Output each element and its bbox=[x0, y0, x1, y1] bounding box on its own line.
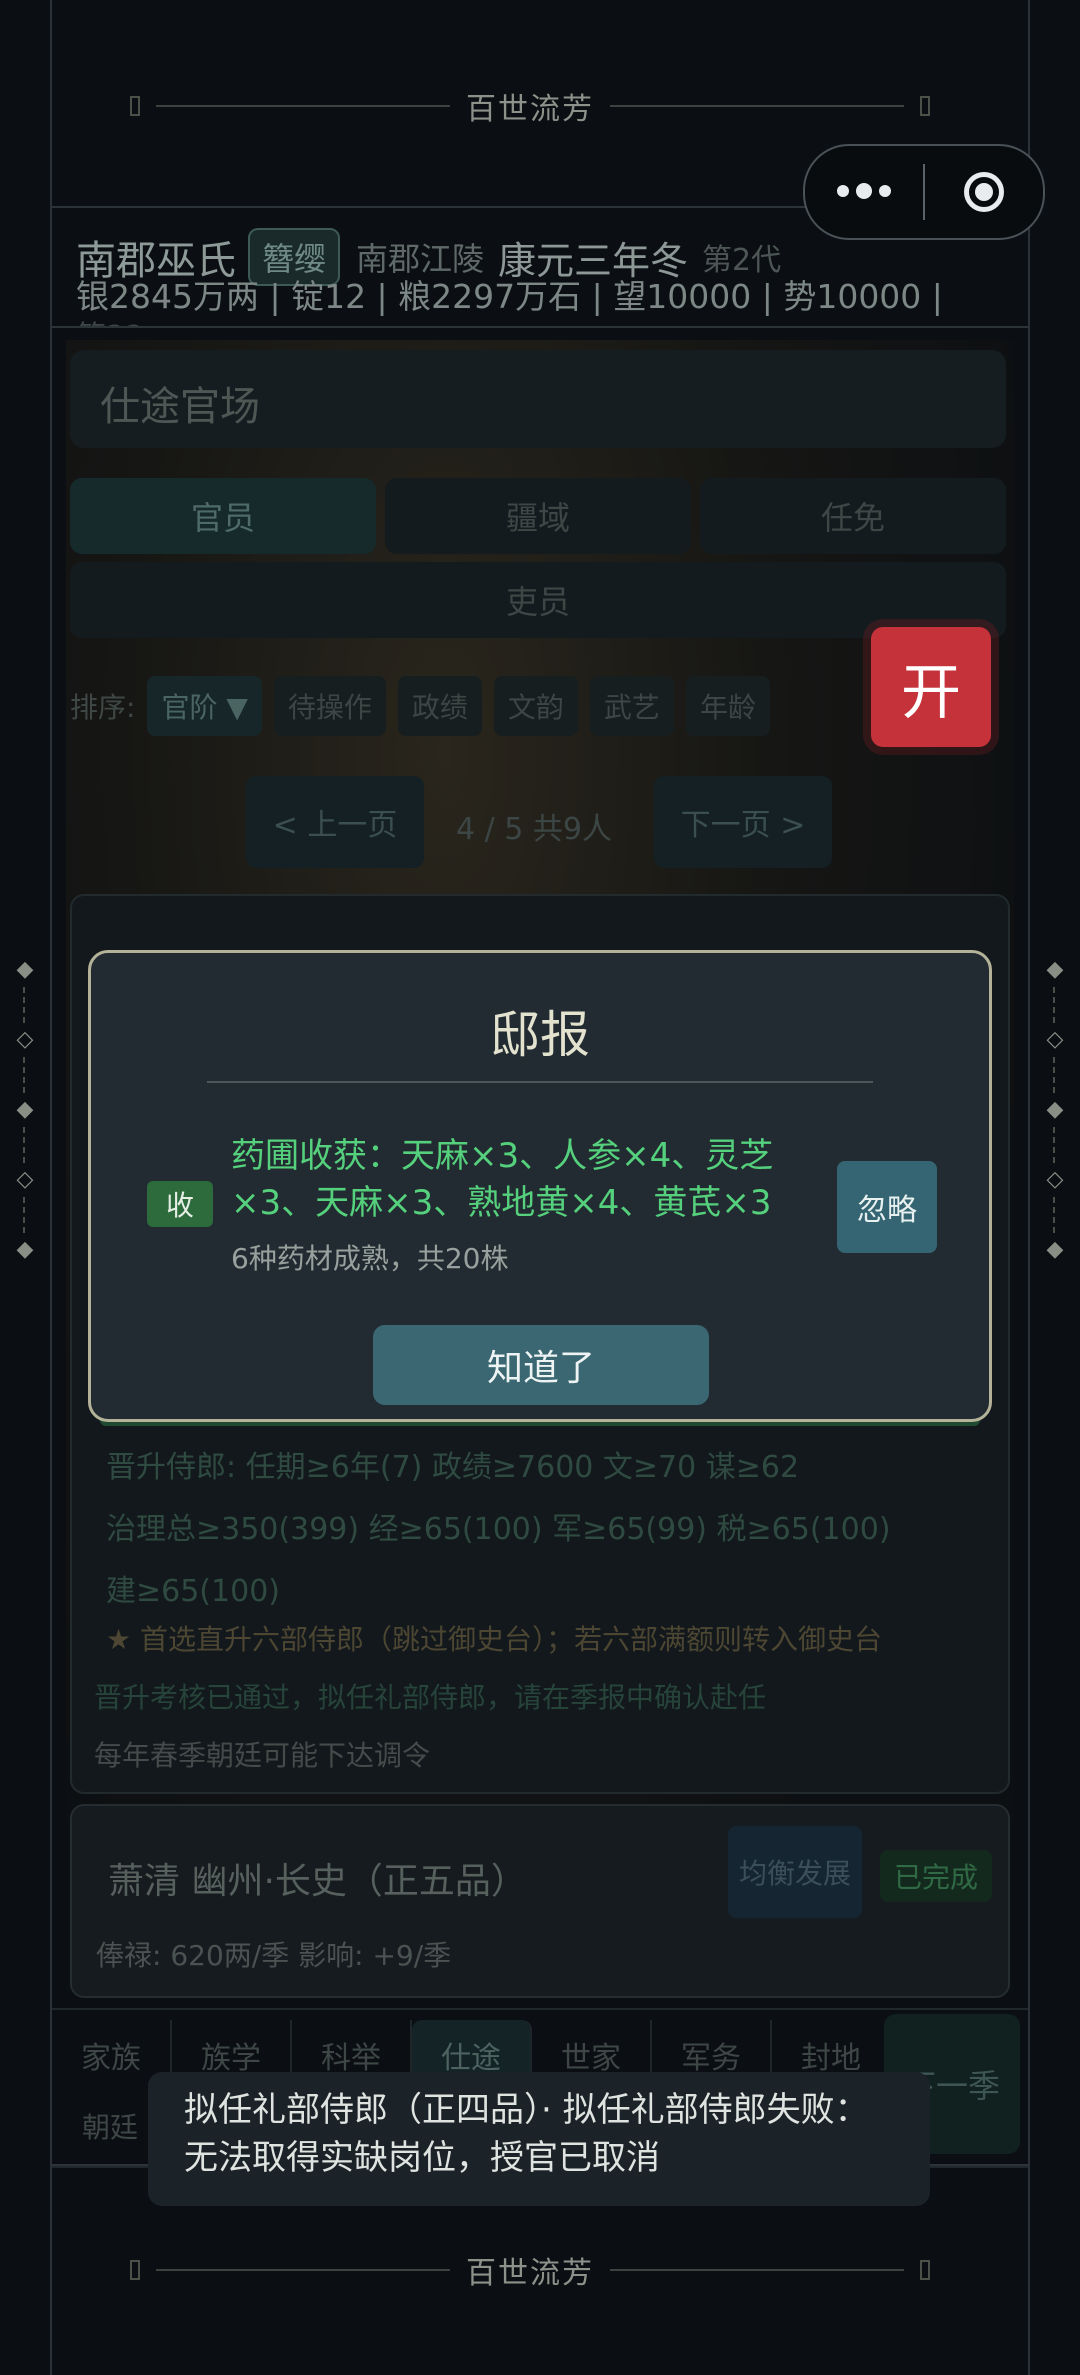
sort-age[interactable]: 年龄 bbox=[685, 676, 770, 736]
sort-label: 排序: bbox=[70, 691, 136, 724]
bottom-banner: 百世流芳 bbox=[130, 2250, 930, 2291]
spring-order-note: 每年春季朝廷可能下达调令 bbox=[94, 1739, 431, 1772]
next-page-button[interactable]: 下一页 > bbox=[654, 776, 832, 868]
header-divider bbox=[52, 326, 1028, 328]
modal-title: 邸报 bbox=[490, 1006, 590, 1064]
requirement-line: 晋升侍郎: 任期≥6年(7) 政绩≥7600 文≥70 谋≥62 bbox=[106, 1450, 800, 1485]
tab-appointment[interactable]: 任免 bbox=[700, 478, 1006, 554]
sort-martial[interactable]: 武艺 bbox=[589, 676, 674, 736]
harvest-tag: 收 bbox=[147, 1181, 213, 1227]
nav-court[interactable]: 朝廷 bbox=[82, 2106, 138, 2146]
modal-divider bbox=[207, 1081, 873, 1083]
section-header: 仕途官场 bbox=[70, 350, 1006, 448]
sort-bar: 排序: 官阶 ▼ 待操作 政绩 文韵 武艺 年龄 bbox=[70, 676, 770, 736]
more-icon[interactable] bbox=[805, 183, 923, 199]
harvest-summary: 6种药材成熟，共20株 bbox=[231, 1242, 509, 1275]
banner-title: 百世流芳 bbox=[466, 2256, 594, 2291]
toast-message: 拟任礼部侍郎（正四品）· 拟任礼部侍郎失败：无法取得实缺岗位，授官已取消 bbox=[148, 2072, 930, 2206]
development-tag: 均衡发展 bbox=[728, 1826, 862, 1918]
miniprogram-capsule bbox=[803, 144, 1045, 240]
open-button[interactable]: 开 bbox=[871, 627, 991, 747]
side-ornament-right: ◆ ◇ ◆ ◇ ◆ bbox=[1046, 957, 1064, 1262]
requirement-line: 建≥65(100) bbox=[106, 1574, 280, 1609]
pagination: < 上一页 4 / 5 共9人 下一页 > bbox=[246, 776, 832, 868]
close-target-icon[interactable] bbox=[925, 172, 1043, 212]
tab-clerks[interactable]: 吏员 bbox=[70, 562, 1006, 638]
frame-right-line bbox=[1028, 0, 1030, 2375]
sort-merit[interactable]: 政绩 bbox=[397, 676, 482, 736]
gazette-modal: 邸报 收 药圃收获：天麻×3、人参×4、灵芝×3、天麻×3、熟地黄×4、黄芪×3… bbox=[88, 950, 992, 1422]
official-name-post: 萧清 幽州·长史（正五品） bbox=[108, 1861, 527, 1902]
page-info: 4 / 5 共9人 bbox=[456, 812, 612, 847]
tab-officials[interactable]: 官员 bbox=[70, 478, 376, 554]
sort-pending[interactable]: 待操作 bbox=[273, 676, 386, 736]
requirement-line: 治理总≥350(399) 经≥65(100) 军≥65(99) 税≥65(100… bbox=[106, 1512, 891, 1547]
harvest-message: 药圃收获：天麻×3、人参×4、灵芝×3、天麻×3、熟地黄×4、黄芪×3 bbox=[231, 1136, 774, 1223]
official-card[interactable]: 萧清 幽州·长史（正五品） 均衡发展 已完成 俸禄: 620两/季 影响: +9… bbox=[70, 1804, 1010, 1998]
prev-page-button[interactable]: < 上一页 bbox=[246, 776, 424, 868]
ignore-button[interactable]: 忽略 bbox=[837, 1161, 937, 1253]
sort-rank[interactable]: 官阶 ▼ bbox=[147, 676, 262, 736]
resource-stats: 银2845万两 | 锭12 | 粮2297万石 | 望10000 | 势1000… bbox=[76, 277, 943, 316]
promotion-pass-note: 晋升考核已通过，拟任礼部侍郎，请在季报中确认赴任 bbox=[94, 1681, 767, 1714]
tab-territory[interactable]: 疆域 bbox=[385, 478, 691, 554]
section-title: 仕途官场 bbox=[100, 384, 260, 430]
sort-literary[interactable]: 文韵 bbox=[493, 676, 578, 736]
banner-title: 百世流芳 bbox=[466, 92, 594, 127]
salary-influence: 俸禄: 620两/季 影响: +9/季 bbox=[96, 1939, 452, 1972]
status-badge: 已完成 bbox=[880, 1850, 993, 1902]
acknowledge-button[interactable]: 知道了 bbox=[373, 1325, 709, 1405]
promotion-tip: ★ 首选直升六部侍郎（跳过御史台）；若六部满额则转入御史台 bbox=[106, 1623, 883, 1656]
side-ornament-left: ◆ ◇ ◆ ◇ ◆ bbox=[16, 957, 34, 1262]
top-banner: 百世流芳 bbox=[130, 86, 930, 127]
